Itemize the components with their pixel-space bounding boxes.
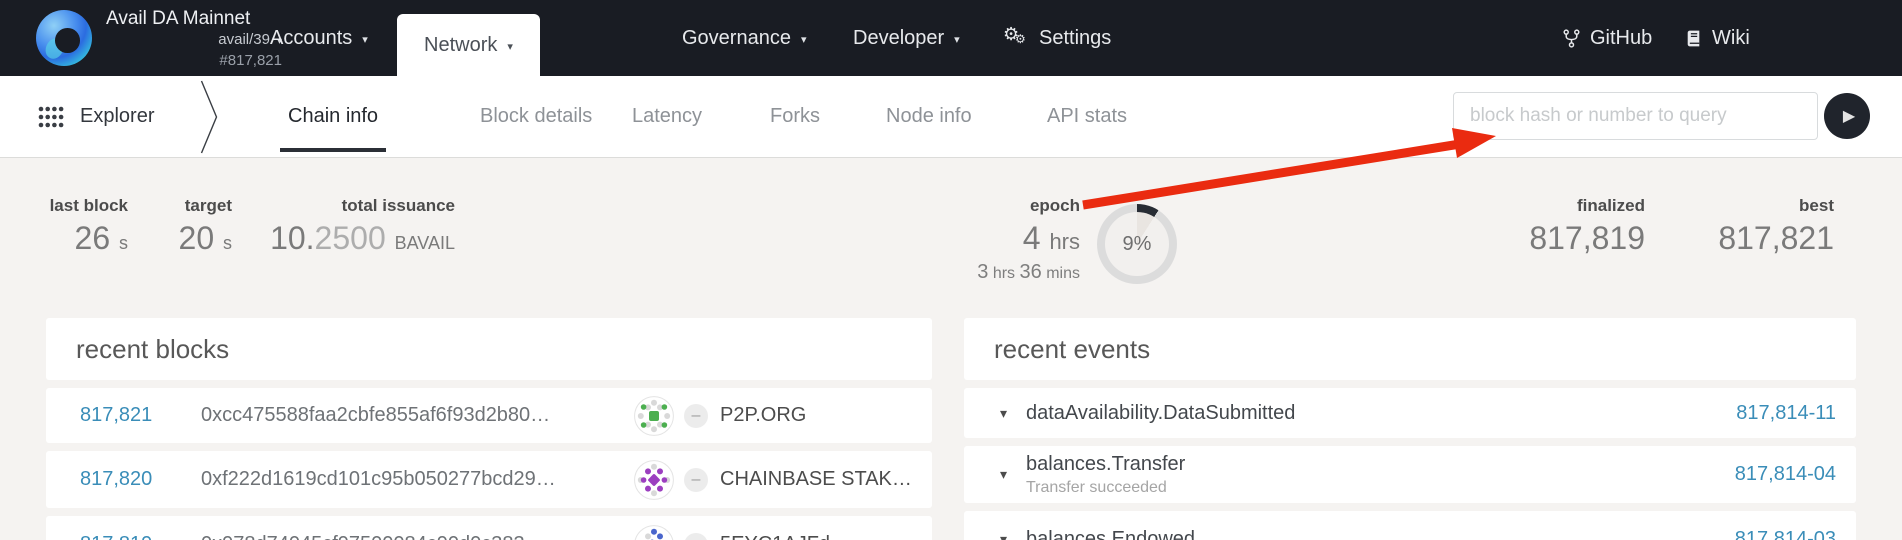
link-github[interactable]: GitHub	[1563, 0, 1652, 76]
event-row: ▾ balances.Transfer Transfer succeeded 8…	[964, 446, 1856, 503]
event-block-link[interactable]: 817,814-11	[1736, 402, 1836, 425]
block-number-link[interactable]: 817,821	[80, 404, 152, 427]
menu-settings[interactable]: ⚙⚙ Settings	[1003, 0, 1111, 76]
play-icon: ▶	[1843, 106, 1855, 126]
validator-identicon	[634, 525, 674, 540]
app-label: Explorer	[80, 105, 154, 128]
recent-blocks-header: recent blocks	[46, 318, 932, 380]
tab-api-stats[interactable]: API stats	[1047, 76, 1127, 157]
minus-icon: –	[684, 468, 708, 492]
stat-best: best 817,821	[1718, 196, 1834, 255]
recent-events-title: recent events	[994, 334, 1150, 365]
search-submit-button[interactable]: ▶	[1824, 93, 1870, 139]
breadcrumb-separator	[200, 79, 220, 155]
event-name: dataAvailability.DataSubmitted	[1026, 402, 1295, 425]
menu-developer[interactable]: Developer▾	[853, 0, 960, 76]
app-window: Avail DA Mainnet avail/39▾ #817,821 Acco…	[0, 0, 1902, 540]
stat-total-issuance: total issuance 10.2500 BAVAIL	[270, 196, 455, 260]
tab-forks[interactable]: Forks	[770, 76, 820, 157]
epoch-percent: 9%	[1123, 233, 1152, 256]
expand-caret-icon[interactable]: ▾	[1000, 405, 1007, 422]
recent-events-header: recent events	[964, 318, 1856, 380]
validator-name[interactable]: 5EYC1AJFd…	[720, 533, 850, 540]
stat-target: target 20 s	[179, 196, 232, 260]
event-block-link[interactable]: 817,814-04	[1735, 463, 1836, 486]
block-number-link[interactable]: 817,820	[80, 468, 152, 491]
gear-icon: ⚙⚙	[1003, 26, 1029, 50]
apps-grid-icon	[38, 106, 64, 128]
tab-node-info[interactable]: Node info	[886, 76, 972, 157]
git-fork-icon	[1563, 29, 1580, 48]
block-row: 817,821 0xcc475588faa2cbfe855af6f93d2b80…	[46, 388, 932, 443]
event-row: ▾ dataAvailability.DataSubmitted 817,814…	[964, 388, 1856, 438]
block-hash: 0xcc475588faa2cbfe855af6f93d2b80…	[201, 404, 550, 427]
block-row: 817,819 0x978d74045cf97500084c90d0c383… …	[46, 516, 932, 540]
chevron-down-icon: ▾	[362, 33, 368, 46]
chain-selector[interactable]: Avail DA Mainnet avail/39▾ #817,821	[106, 8, 282, 70]
minus-icon: –	[684, 533, 708, 540]
block-number-link[interactable]: 817,819	[80, 533, 152, 540]
stat-last-block: last block 26 s	[50, 196, 128, 260]
expand-caret-icon[interactable]: ▾	[1000, 466, 1007, 483]
chain-name: Avail DA Mainnet	[106, 8, 250, 30]
tab-block-details[interactable]: Block details	[480, 76, 592, 157]
block-hash: 0xf222d1619cd101c95b050277bcd29…	[201, 468, 556, 491]
validator-name[interactable]: CHAINBASE STAK…	[720, 468, 912, 491]
tab-chain-info[interactable]: Chain info	[288, 76, 378, 157]
block-hash: 0x978d74045cf97500084c90d0c383…	[201, 533, 545, 540]
event-name: balances.Transfer	[1026, 453, 1185, 476]
validator-identicon	[634, 460, 674, 500]
explorer-toolbar: Explorer Chain info Block details Latenc…	[0, 76, 1902, 158]
event-row: ▾ balances.Endowed 817,814-03	[964, 511, 1856, 540]
chevron-down-icon: ▾	[954, 33, 960, 46]
book-icon	[1685, 29, 1702, 48]
top-nav-bar: Avail DA Mainnet avail/39▾ #817,821 Acco…	[0, 0, 1902, 76]
block-row: 817,820 0xf222d1619cd101c95b050277bcd29……	[46, 451, 932, 508]
epoch-donut-inner: 9%	[1105, 212, 1169, 276]
validator-identicon	[634, 396, 674, 436]
tab-latency[interactable]: Latency	[632, 76, 702, 157]
expand-caret-icon[interactable]: ▾	[1000, 531, 1007, 540]
minus-icon: –	[684, 404, 708, 428]
stat-epoch: epoch 4 hrs 3 hrs 36 mins	[977, 196, 1080, 284]
link-wiki[interactable]: Wiki	[1685, 0, 1750, 76]
chevron-down-icon: ▾	[801, 33, 807, 46]
app-explorer[interactable]: Explorer	[38, 76, 154, 157]
event-block-link[interactable]: 817,814-03	[1735, 528, 1836, 540]
menu-governance[interactable]: Governance▾	[682, 0, 807, 76]
menu-network[interactable]: Network▾	[397, 14, 540, 76]
validator-name[interactable]: P2P.ORG	[720, 404, 806, 427]
menu-accounts[interactable]: Accounts▾	[270, 0, 368, 76]
stat-finalized: finalized 817,819	[1529, 196, 1645, 255]
chevron-down-icon: ▾	[507, 40, 513, 53]
event-name: balances.Endowed	[1026, 528, 1195, 540]
avail-logo[interactable]	[36, 10, 92, 66]
block-search-input[interactable]	[1453, 92, 1818, 140]
event-detail: Transfer succeeded	[1026, 479, 1185, 497]
epoch-donut-ring: 9%	[1097, 204, 1177, 284]
recent-blocks-title: recent blocks	[76, 334, 229, 365]
